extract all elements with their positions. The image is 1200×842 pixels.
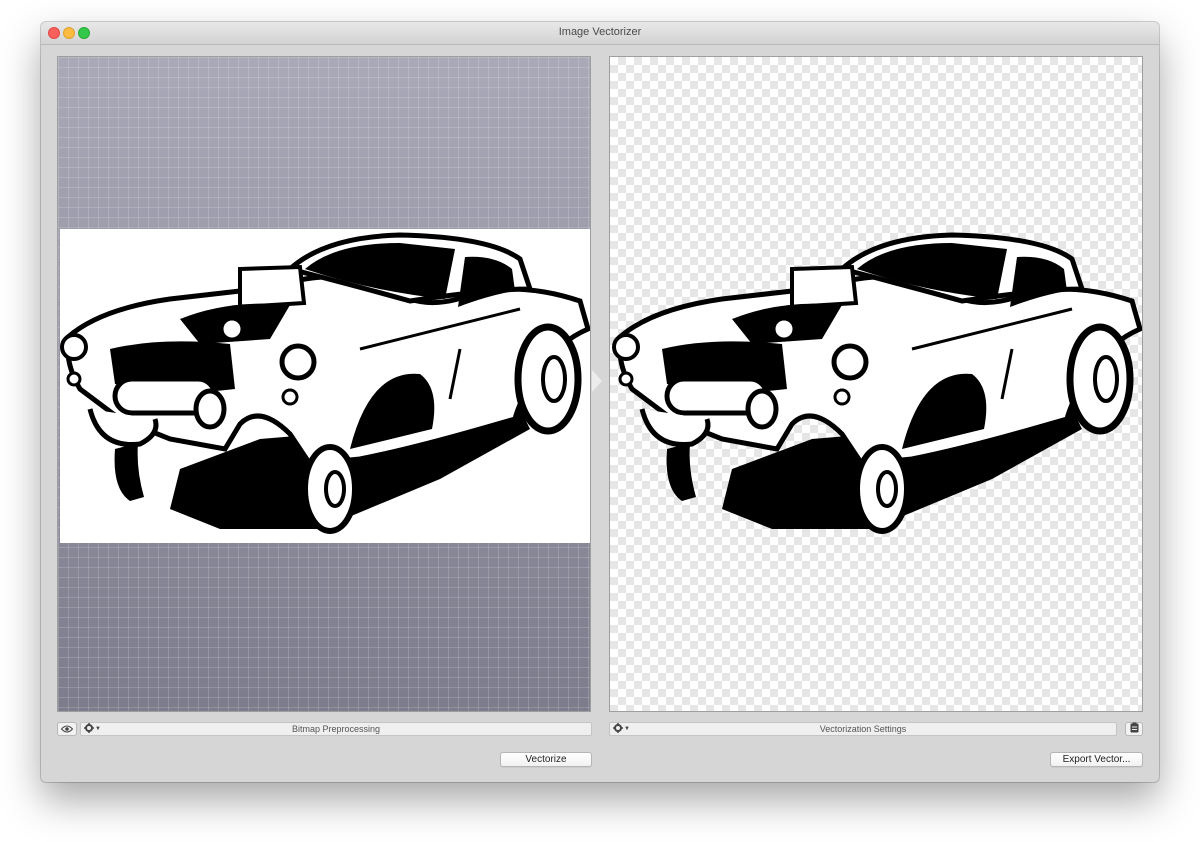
chevron-down-icon: ▼ bbox=[95, 726, 101, 732]
vector-preview-pane[interactable] bbox=[609, 56, 1143, 712]
vector-image bbox=[612, 229, 1142, 543]
gear-icon bbox=[613, 722, 623, 736]
preview-toggle-button[interactable] bbox=[57, 722, 77, 736]
bitmap-image bbox=[60, 229, 590, 543]
window-title: Image Vectorizer bbox=[558, 26, 642, 38]
vectorize-button[interactable]: Vectorize bbox=[500, 752, 592, 767]
eye-icon bbox=[60, 720, 74, 738]
bitmap-preprocessing-label: Bitmap Preprocessing bbox=[291, 724, 381, 734]
clipboard-button[interactable] bbox=[1125, 722, 1143, 736]
car-vector-illustration bbox=[612, 229, 1142, 543]
bitmap-preprocessing-bar[interactable]: ▼ Bitmap Preprocessing bbox=[80, 722, 592, 736]
convert-arrow-icon bbox=[592, 370, 602, 392]
bitmap-preview-pane[interactable] bbox=[57, 56, 591, 712]
clipboard-icon bbox=[1130, 720, 1139, 738]
title-bar: Image Vectorizer bbox=[41, 22, 1159, 45]
export-vector-button[interactable]: Export Vector... bbox=[1050, 752, 1143, 767]
vectorization-settings-label: Vectorization Settings bbox=[819, 724, 907, 734]
car-bitmap-illustration bbox=[60, 232, 590, 534]
gear-icon bbox=[84, 722, 94, 736]
vectorization-settings-bar[interactable]: ▼ Vectorization Settings bbox=[609, 722, 1117, 736]
app-window: Image Vectorizer ▼ Bitmap Preprocessing … bbox=[41, 22, 1159, 782]
chevron-down-icon: ▼ bbox=[624, 726, 630, 732]
bitmap-settings-menu[interactable]: ▼ bbox=[84, 722, 101, 736]
vector-settings-menu[interactable]: ▼ bbox=[613, 722, 630, 736]
